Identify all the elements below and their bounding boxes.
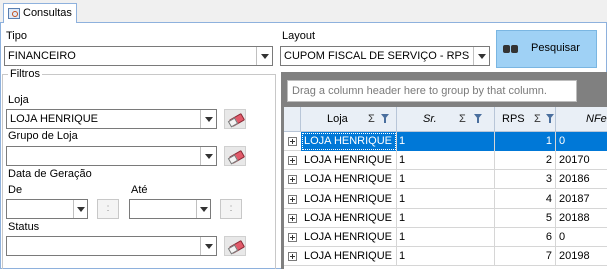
cell-rps[interactable]: 4 [495,189,556,209]
sum-icon[interactable]: Σ [459,107,466,131]
cell-loja[interactable]: LOJA HENRIQUE [301,228,397,247]
layout-value: CUPOM FISCAL DE SERVIÇO - RPS [284,50,470,62]
expand-plus-icon[interactable] [288,233,297,242]
chevron-down-icon[interactable] [256,47,272,65]
layout-label: Layout [282,30,316,42]
cell-sr[interactable]: 1 [397,132,495,151]
sum-icon[interactable]: Σ [534,107,541,131]
column-header-label: Sr. [423,113,437,125]
cell-rps[interactable]: 3 [495,170,556,190]
cell-rps[interactable]: 5 [495,208,556,228]
table-row[interactable]: LOJA HENRIQUE 1 7 20198 [284,247,607,267]
expand-plus-icon[interactable] [288,156,297,166]
cell-sr[interactable]: 1 [397,228,495,247]
status-select[interactable] [6,236,217,256]
clear-grupo-eraser-icon[interactable] [224,146,246,166]
date-from-picker[interactable] [6,199,88,219]
cell-loja[interactable]: LOJA HENRIQUE [301,189,397,209]
filters-title: Filtros [8,68,42,80]
tab-bar [0,0,607,23]
expand-column-header [284,107,301,132]
cell-rps[interactable]: 2 [495,151,556,171]
loja-select[interactable]: LOJA HENRIQUE [6,109,217,129]
cell-nfe[interactable]: 20186 [556,170,607,189]
column-header-label: NFe [586,113,607,125]
status-label: Status [8,221,40,233]
chevron-down-icon[interactable] [200,147,216,165]
cell-loja[interactable]: LOJA HENRIQUE [301,151,397,171]
chevron-down-icon[interactable] [200,110,216,128]
cell-sr[interactable]: 1 [397,247,495,267]
expand-plus-icon[interactable] [288,194,297,204]
expand-plus-icon[interactable] [288,175,297,185]
cell-sr[interactable]: 1 [397,170,495,190]
cell-loja[interactable]: LOJA HENRIQUE [301,170,397,190]
calendar-dropdown-icon[interactable] [73,200,87,218]
de-label: De [8,184,23,196]
filter-icon[interactable] [474,114,482,123]
table-row[interactable]: LOJA HENRIQUE 1 6 0 [284,228,607,247]
tipo-label: Tipo [6,30,27,42]
table-row[interactable]: LOJA HENRIQUE 1 4 20187 [284,189,607,209]
cell-rps[interactable]: 1 [495,132,556,151]
tipo-value: FINANCEIRO [8,50,76,62]
expand-plus-icon[interactable] [288,137,297,146]
table-row[interactable]: LOJA HENRIQUE 1 3 20186 [284,170,607,190]
cell-nfe[interactable]: 0 [556,132,607,151]
cell-loja[interactable]: LOJA HENRIQUE [301,132,397,151]
cell-nfe[interactable]: 20170 [556,151,607,170]
column-header-rps[interactable]: RPS Σ [495,107,556,132]
layout-select[interactable]: CUPOM FISCAL DE SERVIÇO - RPS [280,46,490,66]
column-header-sr[interactable]: Sr. Σ [397,107,495,132]
data-geracao-label: Data de Geração [8,168,92,180]
tab-consultas-label: Consultas [23,7,72,19]
expand-plus-icon[interactable] [288,213,297,223]
column-header-label: RPS [502,113,525,125]
cell-nfe[interactable]: 0 [556,228,607,247]
table-row[interactable]: LOJA HENRIQUE 1 5 20188 [284,208,607,228]
cell-nfe[interactable]: 20198 [556,247,607,266]
loja-value: LOJA HENRIQUE [10,113,99,125]
tab-consultas[interactable]: Consultas [3,3,77,24]
sum-icon[interactable]: Σ [368,107,375,131]
column-header-nfe[interactable]: NFe [556,107,607,132]
date-to-picker[interactable] [129,199,211,219]
chevron-down-icon[interactable] [200,237,216,255]
time-from-field[interactable]: : [97,199,119,219]
group-by-area[interactable]: Drag a column header here to group by th… [287,80,577,102]
grupo-loja-label: Grupo de Loja [8,130,78,142]
cell-sr[interactable]: 1 [397,189,495,209]
cell-loja[interactable]: LOJA HENRIQUE [301,208,397,228]
search-button[interactable]: Pesquisar [496,30,597,68]
filter-icon[interactable] [546,114,554,123]
time-to-field[interactable]: : [220,199,242,219]
column-header-loja[interactable]: Loja Σ [301,107,397,132]
tipo-select[interactable]: FINANCEIRO [4,46,273,66]
cell-loja[interactable]: LOJA HENRIQUE [301,247,397,267]
grupo-loja-select[interactable] [6,146,217,166]
chevron-down-icon[interactable] [473,47,489,65]
cell-sr[interactable]: 1 [397,208,495,228]
results-grid: Loja Σ Sr. Σ RPS Σ NFe LOJA HENRIQUE 1 1 0 L… [284,107,607,269]
clear-status-eraser-icon[interactable] [224,236,246,256]
search-button-label: Pesquisar [531,42,580,54]
binoculars-icon [503,42,519,55]
table-row[interactable]: LOJA HENRIQUE 1 2 20170 [284,151,607,171]
loja-label: Loja [8,94,29,106]
clear-loja-eraser-icon[interactable] [224,109,246,129]
ate-label: Até [131,184,148,196]
cell-rps[interactable]: 7 [495,247,556,267]
search-document-icon [8,8,20,19]
cell-rps[interactable]: 6 [495,228,556,247]
cell-sr[interactable]: 1 [397,151,495,171]
table-row[interactable]: LOJA HENRIQUE 1 1 0 [284,132,607,151]
column-header-label: Loja [327,113,348,125]
cell-nfe[interactable]: 20187 [556,190,607,209]
cell-nfe[interactable]: 20188 [556,209,607,228]
calendar-dropdown-icon[interactable] [196,200,210,218]
filter-icon[interactable] [381,114,389,123]
expand-plus-icon[interactable] [288,252,297,262]
